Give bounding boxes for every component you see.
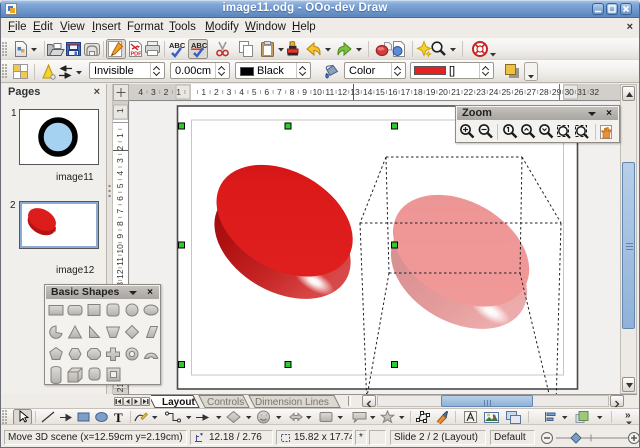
svg-text:24: 24 [489, 87, 499, 97]
svg-text:ABC: ABC [169, 41, 186, 50]
svg-text:18: 18 [413, 87, 423, 97]
svg-text:15: 15 [375, 87, 385, 97]
svg-text:Layout: Layout [162, 397, 195, 408]
svg-text:5: 5 [115, 183, 125, 188]
svg-text:20: 20 [438, 87, 448, 97]
svg-text:17: 17 [401, 87, 411, 97]
svg-text:5: 5 [252, 87, 257, 97]
svg-text:7: 7 [115, 208, 125, 213]
svg-text:T: T [114, 410, 123, 425]
svg-text:28: 28 [539, 87, 549, 97]
svg-text:3: 3 [151, 87, 156, 97]
svg-text:Controls: Controls [207, 397, 244, 408]
svg-text:27: 27 [527, 87, 537, 97]
svg-text:1: 1 [176, 87, 181, 97]
svg-text:32: 32 [590, 87, 600, 97]
svg-text:3: 3 [227, 87, 232, 97]
svg-text:6: 6 [115, 196, 125, 201]
svg-text:»: » [625, 410, 631, 421]
svg-text:Dimension Lines: Dimension Lines [255, 397, 329, 408]
svg-text:8: 8 [115, 221, 125, 226]
svg-text:12: 12 [115, 269, 125, 279]
svg-text:23: 23 [476, 87, 486, 97]
svg-text:4: 4 [239, 87, 244, 97]
svg-text:4: 4 [115, 171, 125, 176]
svg-text:3: 3 [115, 158, 125, 163]
svg-text:8: 8 [290, 87, 295, 97]
svg-text:2: 2 [115, 145, 125, 150]
svg-text:31: 31 [577, 87, 587, 97]
svg-text:13: 13 [350, 87, 360, 97]
svg-text:1: 1 [115, 133, 125, 138]
svg-text:9: 9 [302, 87, 307, 97]
svg-text:26: 26 [514, 87, 524, 97]
svg-text:10: 10 [312, 87, 322, 97]
svg-text:30: 30 [564, 87, 574, 97]
svg-text:19: 19 [426, 87, 436, 97]
svg-text:2: 2 [164, 87, 169, 97]
svg-text:7: 7 [277, 87, 282, 97]
svg-text:22: 22 [464, 87, 474, 97]
svg-text:16: 16 [388, 87, 398, 97]
svg-text:25: 25 [501, 87, 511, 97]
svg-text:10: 10 [115, 244, 125, 254]
svg-text:4: 4 [138, 87, 143, 97]
svg-text:1: 1 [115, 108, 125, 113]
svg-text:29: 29 [552, 87, 562, 97]
svg-text:21: 21 [451, 87, 461, 97]
svg-text:14: 14 [363, 87, 373, 97]
svg-text:11: 11 [325, 87, 334, 97]
svg-text:2: 2 [214, 87, 219, 97]
svg-text:12: 12 [338, 87, 348, 97]
svg-text:11: 11 [115, 257, 125, 266]
svg-text:9: 9 [115, 234, 125, 239]
svg-text:6: 6 [264, 87, 269, 97]
svg-text:PDF: PDF [131, 52, 143, 58]
svg-text:1: 1 [201, 87, 206, 97]
